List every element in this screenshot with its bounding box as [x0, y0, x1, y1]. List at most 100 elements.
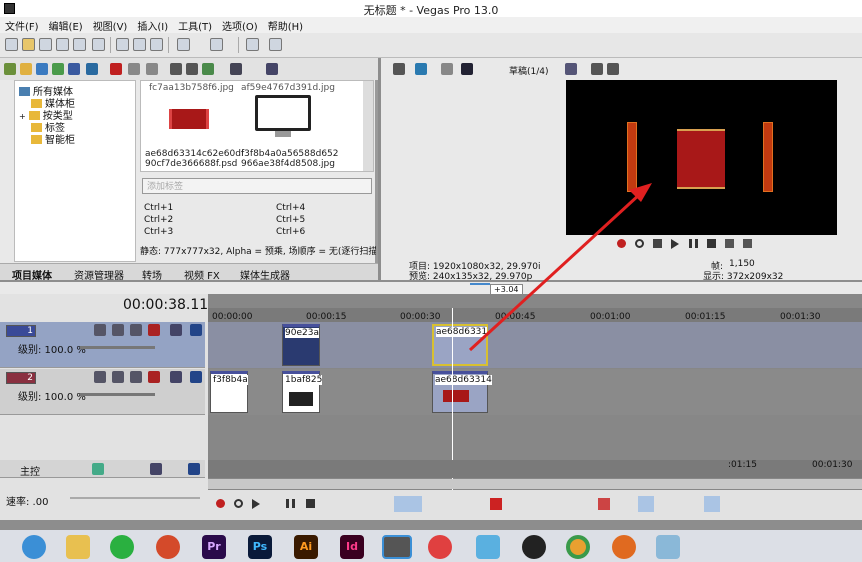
search-icon[interactable] — [266, 63, 278, 75]
new-icon[interactable] — [5, 38, 18, 51]
gear-icon[interactable] — [148, 324, 160, 336]
video-fx-icon[interactable] — [441, 63, 453, 75]
tab-explorer[interactable]: 资源管理器 — [74, 267, 124, 282]
save-as-icon[interactable] — [56, 38, 69, 51]
app-icon[interactable] — [612, 535, 636, 559]
properties-icon[interactable] — [146, 63, 158, 75]
stop-icon[interactable] — [707, 239, 716, 248]
help-pointer-icon[interactable] — [269, 38, 282, 51]
tab-project-media[interactable]: 项目媒体 — [12, 267, 52, 282]
app-icon[interactable] — [476, 535, 500, 559]
rate-slider[interactable] — [70, 497, 200, 499]
properties-icon[interactable] — [92, 38, 105, 51]
track-header-2[interactable]: 2 级别: 100.0 % — [0, 369, 205, 415]
wechat-icon[interactable] — [110, 535, 134, 559]
stop-icon[interactable] — [306, 499, 315, 508]
track-fx-icon[interactable] — [112, 324, 124, 336]
tag-input[interactable]: 添加标签 — [142, 178, 372, 194]
clip-track2-b[interactable]: 1baf825 — [282, 371, 323, 413]
tree-item-all-media[interactable]: 所有媒体 — [19, 83, 73, 98]
record-icon[interactable] — [216, 499, 225, 508]
track-header-1[interactable]: 1 级别: 100.0 % — [0, 322, 205, 368]
play-from-start-icon[interactable] — [653, 239, 662, 248]
auto-preview-icon[interactable] — [202, 63, 214, 75]
edit-tool-icon[interactable] — [246, 38, 259, 51]
preview-quality-select[interactable]: 草稿(1/4) — [509, 64, 549, 77]
tree-item-smart-bins[interactable]: 智能柜 — [31, 131, 75, 146]
photoshop-icon[interactable]: Ps — [248, 535, 272, 559]
play-icon[interactable] — [170, 63, 182, 75]
menu-file[interactable]: 文件(F) — [0, 17, 44, 33]
tab-transitions[interactable]: 转场 — [142, 267, 162, 282]
clip-track2-c[interactable]: ae68d63314 — [432, 371, 492, 413]
compositing-icon[interactable] — [130, 371, 142, 383]
ripple-edit-icon[interactable] — [704, 496, 720, 512]
track-motion-icon[interactable] — [94, 324, 106, 336]
preview-settings-icon[interactable] — [393, 63, 405, 75]
powerpoint-icon[interactable] — [156, 535, 180, 559]
pause-icon[interactable] — [286, 499, 295, 508]
play-icon[interactable] — [252, 499, 260, 509]
normal-edit-tool-icon[interactable] — [394, 496, 422, 512]
tree-item-tags[interactable]: 标签 — [31, 119, 65, 134]
loop-icon[interactable] — [635, 239, 644, 248]
get-media-icon[interactable] — [36, 63, 48, 75]
mute-icon[interactable] — [170, 371, 182, 383]
tab-media-generators[interactable]: 媒体生成器 — [240, 267, 290, 282]
play-icon[interactable] — [671, 239, 679, 249]
solo-icon[interactable] — [190, 324, 202, 336]
tab-video-fx[interactable]: 视频 FX — [184, 267, 220, 282]
undo-icon[interactable] — [177, 38, 190, 51]
clip-track1-a[interactable]: 90e23a — [282, 324, 320, 366]
master-mute-icon[interactable] — [150, 463, 162, 475]
level-slider[interactable] — [80, 346, 155, 349]
file-name-jpg[interactable]: f3f8b4a0a56588d652 966ae38f4d8508.jpg — [241, 149, 339, 169]
redo-icon[interactable] — [210, 38, 223, 51]
stop-icon[interactable] — [186, 63, 198, 75]
external-monitor-icon[interactable] — [415, 63, 427, 75]
timeline-scrollbar[interactable] — [208, 479, 862, 489]
refresh-icon[interactable] — [52, 63, 64, 75]
master-bus-header[interactable]: 主控 — [0, 460, 205, 478]
tree-item-by-type[interactable]: + 按类型 — [19, 107, 73, 122]
replace-icon[interactable] — [68, 63, 80, 75]
mute-icon[interactable] — [170, 324, 182, 336]
overlays-icon[interactable] — [565, 63, 577, 75]
split-screen-icon[interactable] — [461, 63, 473, 75]
menu-view[interactable]: 视图(V) — [88, 17, 133, 33]
pause-icon[interactable] — [689, 239, 698, 248]
premiere-icon[interactable]: Pr — [202, 535, 226, 559]
import-media-icon[interactable] — [4, 63, 16, 75]
master-fx-icon[interactable] — [92, 463, 104, 475]
file-thumbnail-jpg[interactable] — [253, 93, 313, 143]
clip-track1-b[interactable]: ae68d6331 — [432, 324, 488, 366]
tree-item-bins[interactable]: 媒体柜 — [31, 95, 75, 110]
loop-icon[interactable] — [234, 499, 243, 508]
track-fx-icon[interactable] — [112, 371, 124, 383]
menu-tools[interactable]: 工具(T) — [173, 17, 217, 33]
render-icon[interactable] — [73, 38, 86, 51]
solo-icon[interactable] — [190, 371, 202, 383]
illustrator-icon[interactable]: Ai — [294, 535, 318, 559]
snapping-icon[interactable] — [638, 496, 654, 512]
menu-edit[interactable]: 编辑(E) — [44, 17, 88, 33]
search-media-icon[interactable] — [86, 63, 98, 75]
menu-help[interactable]: 帮助(H) — [263, 17, 308, 33]
clip-track2-a[interactable]: f3f8b4a — [210, 371, 248, 413]
open-icon[interactable] — [22, 38, 35, 51]
prev-frame-icon[interactable] — [725, 239, 734, 248]
paste-icon[interactable] — [150, 38, 163, 51]
record-icon[interactable] — [617, 239, 626, 248]
marker-icon[interactable] — [598, 498, 610, 510]
panel-divider[interactable]: +3.04 — [0, 282, 862, 295]
cut-icon[interactable] — [116, 38, 129, 51]
copy-snapshot-icon[interactable] — [591, 63, 603, 75]
save-snapshot-icon[interactable] — [607, 63, 619, 75]
master-solo-icon[interactable] — [188, 463, 200, 475]
capture-icon[interactable] — [20, 63, 32, 75]
vegas-icon[interactable] — [382, 535, 412, 559]
gear-icon[interactable] — [148, 371, 160, 383]
compositing-icon[interactable] — [130, 324, 142, 336]
delete-icon[interactable] — [490, 498, 502, 510]
chrome-icon[interactable] — [566, 535, 590, 559]
